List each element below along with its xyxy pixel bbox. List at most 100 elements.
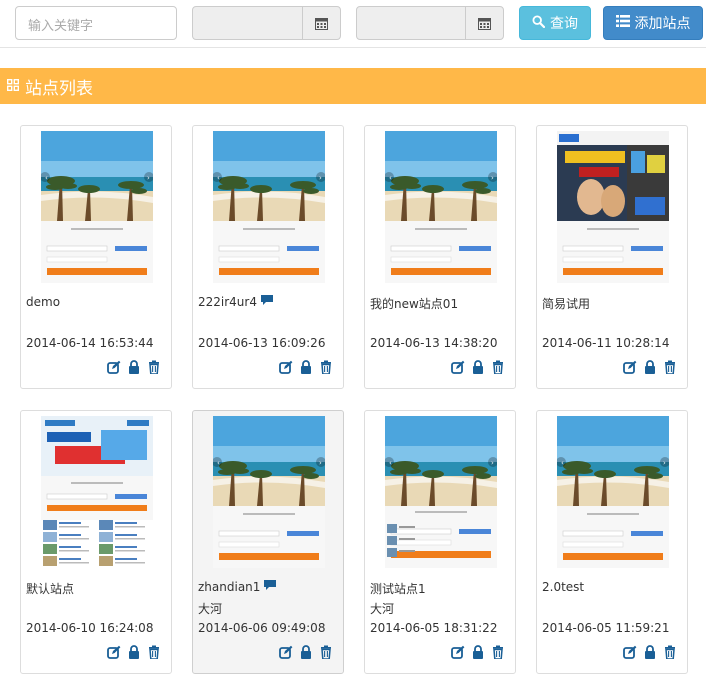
edit-icon[interactable] bbox=[623, 359, 637, 374]
trash-icon[interactable] bbox=[319, 359, 333, 375]
edit-icon[interactable] bbox=[451, 359, 465, 374]
comment-icon[interactable] bbox=[260, 295, 273, 309]
site-name-text: demo bbox=[26, 295, 61, 309]
lock-icon[interactable] bbox=[299, 359, 313, 374]
site-name[interactable]: 简易试用 bbox=[542, 295, 590, 312]
site-actions bbox=[279, 359, 333, 375]
site-name-text: 默认站点 bbox=[26, 582, 75, 596]
svg-text:›: › bbox=[319, 459, 322, 467]
site-date: 2014-06-13 14:38:20 bbox=[370, 336, 498, 350]
site-thumbnail[interactable]: ‹ › bbox=[41, 131, 153, 283]
site-thumbnail[interactable] bbox=[557, 131, 669, 283]
site-thumbnail[interactable]: ‹ › bbox=[213, 131, 325, 283]
lock-icon[interactable] bbox=[643, 644, 657, 659]
site-card[interactable]: ‹ › 我的new站点01 2014-06-13 14:38:20 bbox=[364, 125, 516, 389]
site-date: 2014-06-14 16:53:44 bbox=[26, 336, 154, 350]
end-date-picker[interactable] bbox=[356, 6, 504, 40]
svg-text:‹: ‹ bbox=[561, 459, 564, 467]
site-card[interactable]: 简易试用 2014-06-11 10:28:14 bbox=[536, 125, 688, 389]
site-name-text: 简易试用 bbox=[542, 297, 591, 311]
lock-icon[interactable] bbox=[127, 644, 141, 659]
site-card[interactable]: ‹ › zhandian1 大河 2014-06-06 09:49:08 bbox=[192, 410, 344, 674]
list-icon bbox=[615, 15, 630, 31]
lock-icon[interactable] bbox=[471, 644, 485, 659]
trash-icon[interactable] bbox=[319, 644, 333, 660]
trash-icon[interactable] bbox=[147, 644, 161, 660]
comment-icon[interactable] bbox=[264, 580, 277, 594]
site-actions bbox=[451, 359, 505, 375]
end-date-field[interactable] bbox=[357, 7, 465, 39]
svg-text:›: › bbox=[663, 459, 666, 467]
edit-icon[interactable] bbox=[107, 359, 121, 374]
start-date-field[interactable] bbox=[193, 7, 302, 39]
search-input[interactable]: 输入关键字 bbox=[15, 6, 177, 40]
svg-text:‹: ‹ bbox=[45, 174, 48, 182]
edit-icon[interactable] bbox=[279, 644, 293, 659]
site-actions bbox=[623, 359, 677, 375]
svg-text:‹: ‹ bbox=[389, 459, 392, 467]
trash-icon[interactable] bbox=[491, 359, 505, 375]
svg-text:‹: ‹ bbox=[217, 174, 220, 182]
site-card[interactable]: ‹ › demo 2014-06-14 16:53:44 bbox=[20, 125, 172, 389]
site-date: 2014-06-11 10:28:14 bbox=[542, 336, 670, 350]
site-actions bbox=[623, 644, 677, 660]
lock-icon[interactable] bbox=[643, 359, 657, 374]
svg-text:›: › bbox=[491, 459, 494, 467]
svg-text:›: › bbox=[319, 174, 322, 182]
edit-icon[interactable] bbox=[451, 644, 465, 659]
svg-text:‹: ‹ bbox=[217, 459, 220, 467]
calendar-icon[interactable] bbox=[302, 7, 340, 39]
add-site-button-label: 添加站点 bbox=[634, 16, 691, 32]
calendar-icon[interactable] bbox=[465, 7, 503, 39]
svg-text:›: › bbox=[147, 174, 150, 182]
site-name-text: zhandian1 bbox=[198, 580, 261, 594]
site-actions bbox=[451, 644, 505, 660]
site-card[interactable]: ‹ › 222ir4ur4 2014-06-13 16:09:26 bbox=[192, 125, 344, 389]
add-site-button[interactable]: 添加站点 bbox=[603, 6, 703, 40]
site-name-text: 222ir4ur4 bbox=[198, 295, 257, 309]
trash-icon[interactable] bbox=[491, 644, 505, 660]
trash-icon[interactable] bbox=[663, 359, 677, 375]
search-icon bbox=[532, 14, 546, 32]
site-thumbnail[interactable]: ‹ › bbox=[557, 416, 669, 568]
site-date: 2014-06-05 18:31:22 bbox=[370, 621, 498, 635]
query-button-label: 查询 bbox=[550, 16, 578, 32]
site-thumbnail[interactable]: ‹ › bbox=[385, 416, 497, 568]
site-date: 2014-06-05 11:59:21 bbox=[542, 621, 670, 635]
site-name[interactable]: 测试站点1 bbox=[370, 580, 426, 597]
site-thumbnail[interactable]: ‹ › bbox=[213, 416, 325, 568]
edit-icon[interactable] bbox=[623, 644, 637, 659]
site-card[interactable]: 默认站点 2014-06-10 16:24:08 bbox=[20, 410, 172, 674]
site-list-title: 站点列表 bbox=[25, 78, 93, 99]
trash-icon[interactable] bbox=[147, 359, 161, 375]
site-name-text: 我的new站点01 bbox=[370, 297, 459, 311]
site-date: 2014-06-10 16:24:08 bbox=[26, 621, 154, 635]
site-card[interactable]: ‹ › 2.0test 2014-06-05 11:59:21 bbox=[536, 410, 688, 674]
site-name[interactable]: 默认站点 bbox=[26, 580, 74, 597]
site-name[interactable]: demo bbox=[26, 295, 60, 309]
toolbar: 输入关键字 查询 添加站点 bbox=[0, 0, 706, 48]
lock-icon[interactable] bbox=[127, 359, 141, 374]
svg-text:›: › bbox=[491, 174, 494, 182]
site-name[interactable]: 2.0test bbox=[542, 580, 584, 594]
site-thumbnail[interactable]: ‹ › bbox=[385, 131, 497, 283]
site-list-header: 站点列表 bbox=[0, 68, 706, 104]
toolbar-divider bbox=[0, 47, 706, 48]
edit-icon[interactable] bbox=[279, 359, 293, 374]
site-name[interactable]: zhandian1 bbox=[198, 580, 277, 594]
site-name-text: 2.0test bbox=[542, 580, 585, 594]
site-date: 2014-06-13 16:09:26 bbox=[198, 336, 326, 350]
start-date-picker[interactable] bbox=[192, 6, 341, 40]
trash-icon[interactable] bbox=[663, 644, 677, 660]
query-button[interactable]: 查询 bbox=[519, 6, 591, 40]
site-owner: 大河 bbox=[198, 602, 223, 616]
grid-icon bbox=[6, 76, 20, 96]
site-thumbnail[interactable] bbox=[41, 416, 153, 568]
edit-icon[interactable] bbox=[107, 644, 121, 659]
lock-icon[interactable] bbox=[471, 359, 485, 374]
site-name[interactable]: 222ir4ur4 bbox=[198, 295, 273, 309]
site-name[interactable]: 我的new站点01 bbox=[370, 295, 458, 312]
site-actions bbox=[107, 359, 161, 375]
lock-icon[interactable] bbox=[299, 644, 313, 659]
site-card[interactable]: ‹ › 测试站点1 大河 2014-06-05 18:31:22 bbox=[364, 410, 516, 674]
